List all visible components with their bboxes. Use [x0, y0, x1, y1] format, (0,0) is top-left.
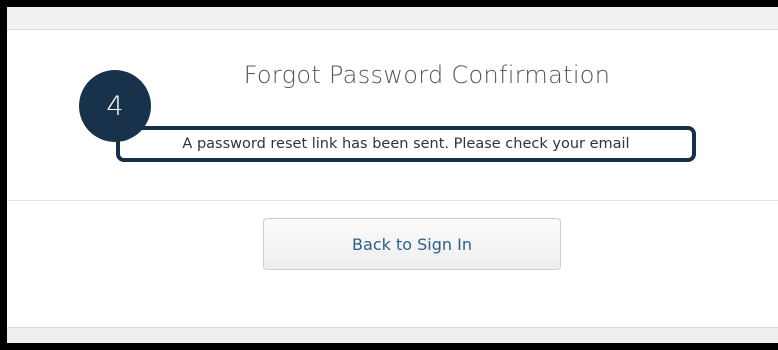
panel-divider	[7, 200, 778, 201]
message-highlight-box: A password reset link has been sent. Ple…	[116, 126, 696, 162]
bottom-bar	[7, 327, 778, 343]
page-title: Forgot Password Confirmation	[243, 61, 611, 89]
back-to-sign-in-button[interactable]: Back to Sign In	[263, 218, 561, 270]
screenshot-frame: Forgot Password Confirmation A password …	[7, 7, 778, 343]
top-bar	[7, 7, 778, 30]
step-number-badge: 4	[79, 70, 151, 142]
confirmation-message: A password reset link has been sent. Ple…	[182, 136, 630, 152]
